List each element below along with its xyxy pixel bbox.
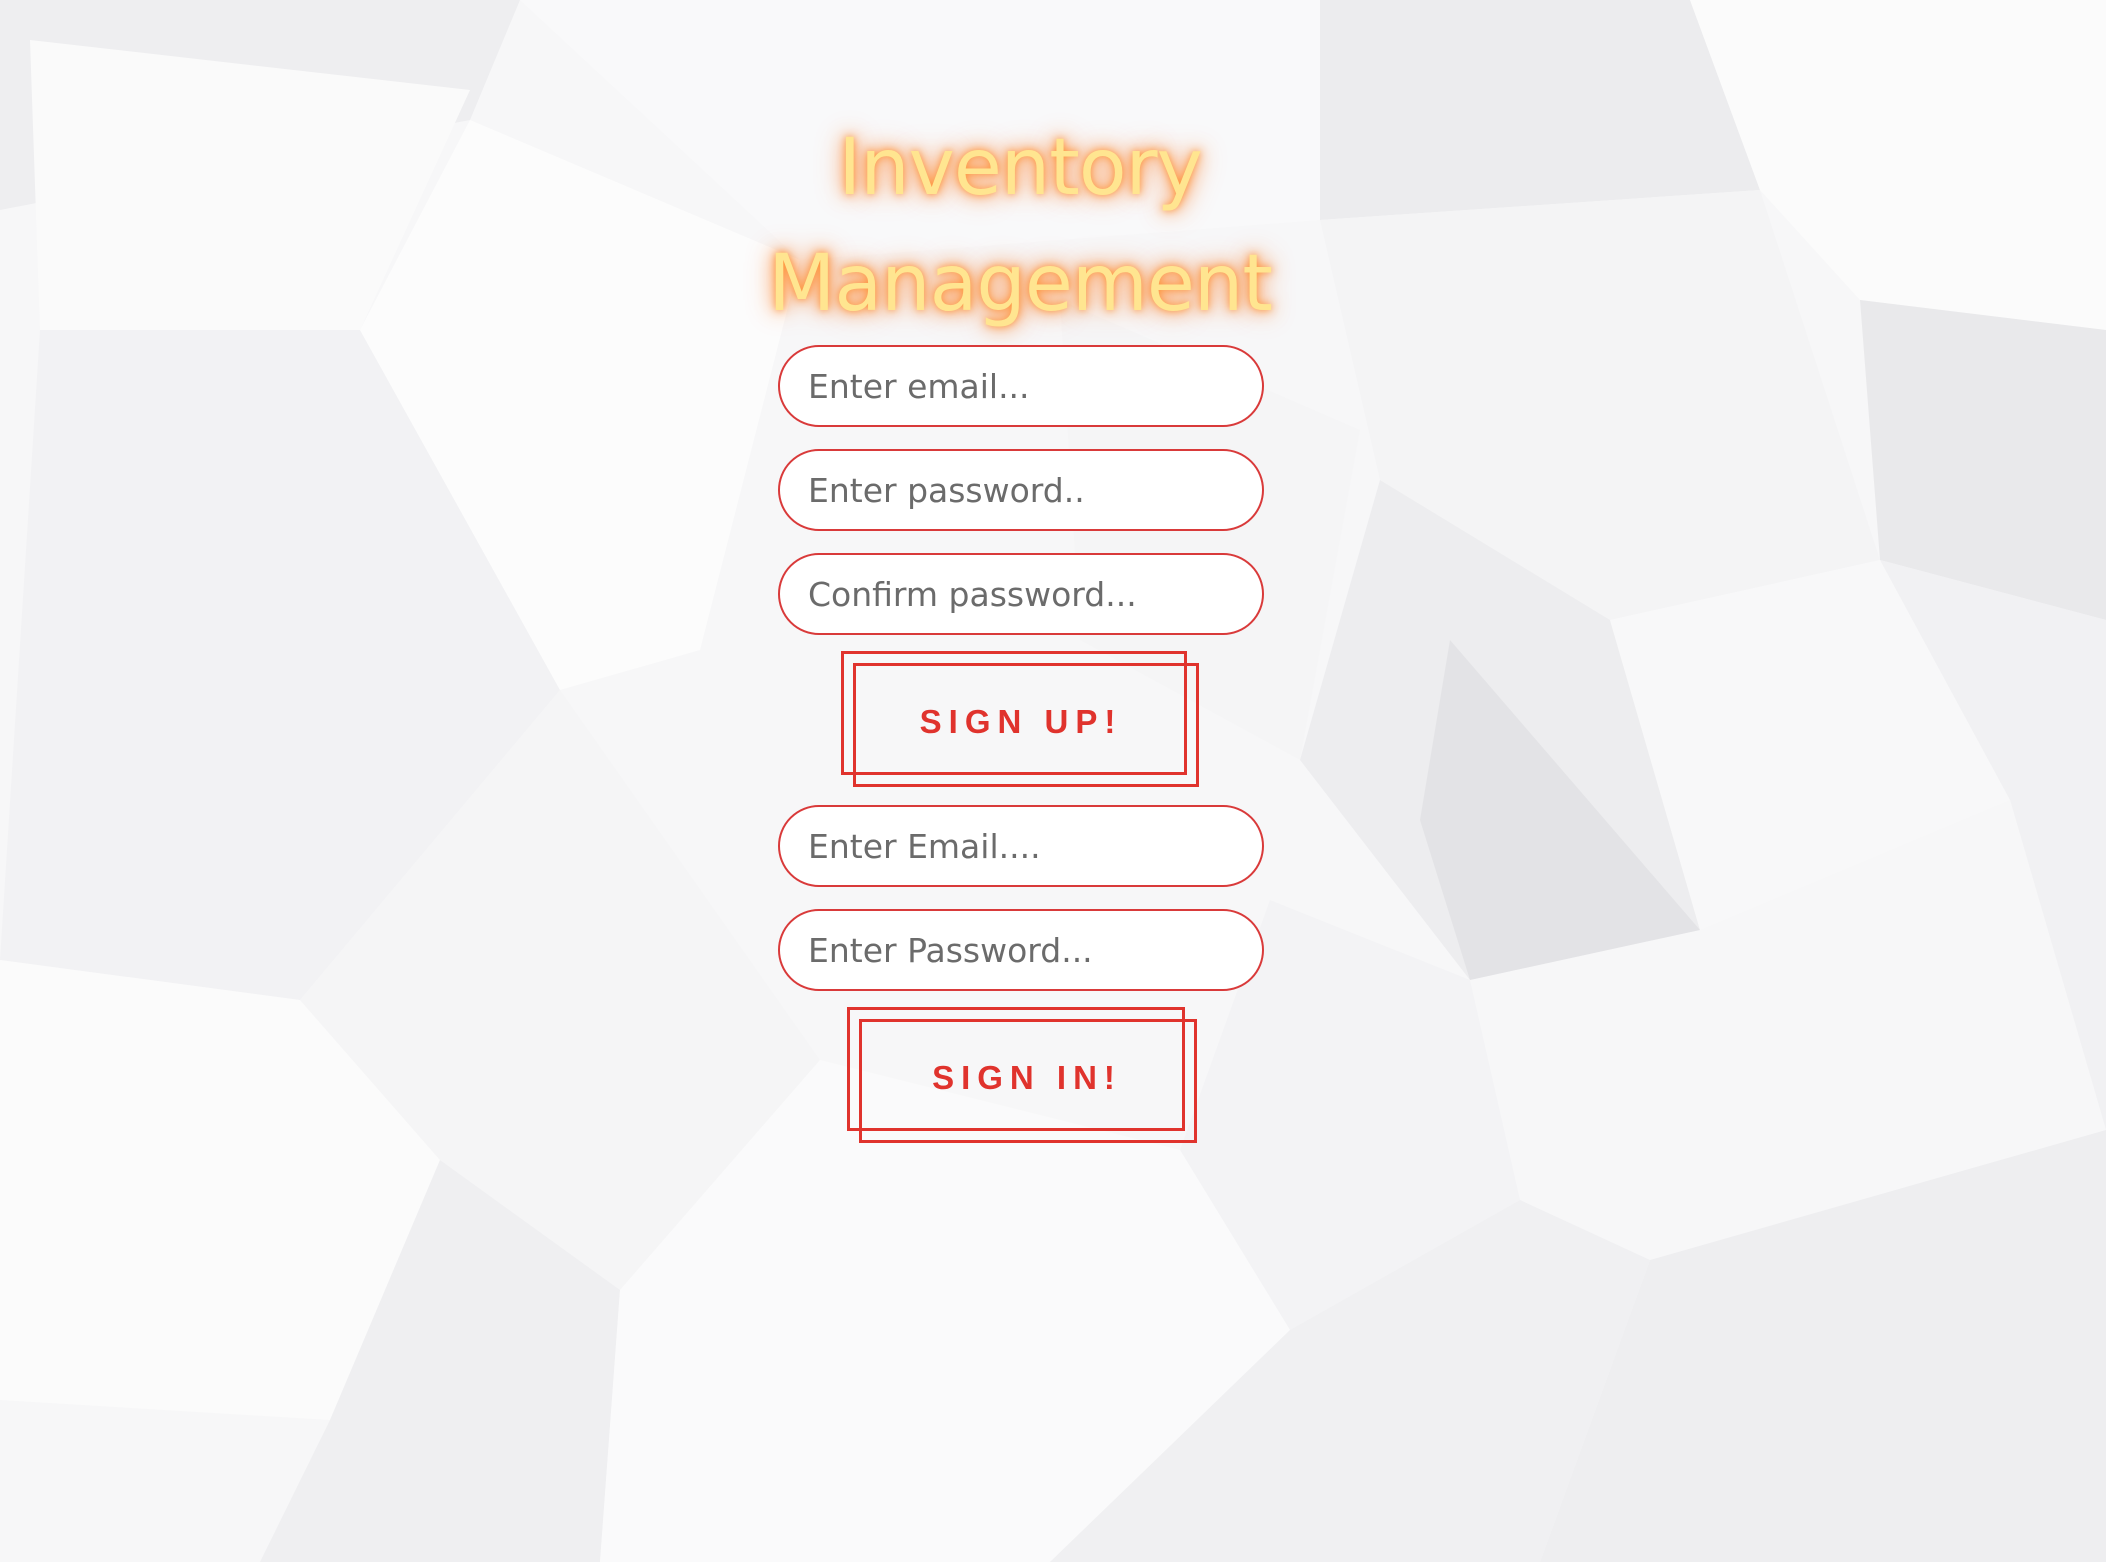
title-line-2: Management — [768, 239, 1273, 329]
signin-button-label: SIGN IN! — [932, 1059, 1122, 1096]
signup-confirm-password-input[interactable] — [778, 553, 1264, 635]
signup-button-label: SIGN UP! — [919, 703, 1123, 740]
title-line-1: Inventory — [838, 123, 1203, 213]
page-title: Inventory Management — [700, 110, 1340, 342]
signup-password-input[interactable] — [778, 449, 1264, 531]
signup-button[interactable]: SIGN UP! — [841, 651, 1201, 787]
signin-button[interactable]: SIGN IN! — [847, 1007, 1207, 1143]
signin-email-input[interactable] — [778, 805, 1264, 887]
signup-email-input[interactable] — [778, 345, 1264, 427]
signin-password-input[interactable] — [778, 909, 1264, 991]
auth-page: Inventory Management SIGN UP! SIGN IN! — [0, 0, 2106, 1562]
